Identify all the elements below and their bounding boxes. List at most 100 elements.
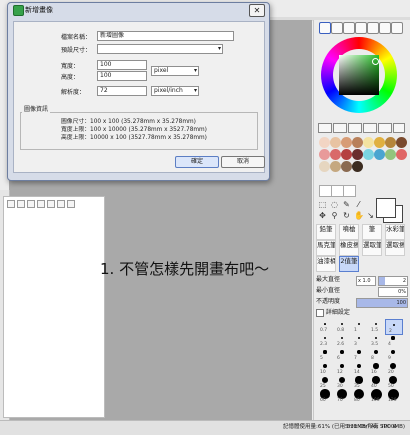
brush-tool-button[interactable]: 選取擦 (385, 240, 405, 256)
close-button[interactable]: ✕ (249, 4, 265, 17)
brush-tool-button[interactable]: 筆 (362, 224, 382, 240)
layer-tool-icon[interactable] (37, 200, 45, 208)
brush-size-cell[interactable]: 120 (385, 388, 401, 403)
brush-tool-button[interactable]: 馬克筆 (316, 240, 336, 256)
advanced-checkbox[interactable] (316, 308, 324, 317)
brush-size-cell[interactable]: 12 (334, 361, 350, 375)
color-swatch[interactable] (341, 149, 352, 160)
brush-size-cell[interactable]: 80 (351, 388, 367, 403)
brush-size-cell[interactable]: 25 (317, 375, 333, 389)
wand-tool-icon[interactable]: ✎ (342, 200, 351, 209)
max-size-mult-field[interactable]: x 1.0 (356, 276, 376, 286)
color-swatch[interactable] (396, 137, 407, 148)
brush-size-cell[interactable]: 16 (368, 361, 384, 375)
color-swatch[interactable] (341, 137, 352, 148)
brush-size-cell[interactable]: 0.8 (334, 319, 350, 333)
brush-size-cell[interactable]: 8 (368, 347, 384, 361)
min-size-slider[interactable]: 0% (378, 287, 408, 297)
color-swatch[interactable] (319, 149, 330, 160)
resolution-input[interactable]: 72 (97, 86, 147, 96)
color-swatch[interactable] (396, 149, 407, 160)
color-swatch[interactable] (363, 137, 374, 148)
color-swatch[interactable] (385, 149, 396, 160)
brush-size-cell[interactable]: 30 (334, 375, 350, 389)
rgb-slider-icon[interactable] (331, 22, 343, 34)
color-swatch[interactable] (352, 137, 363, 148)
slider-toggle-icon[interactable] (363, 123, 377, 133)
brush-tool-button[interactable]: 2值筆 (339, 256, 359, 272)
color-swatch[interactable] (341, 161, 352, 172)
brush-size-cell[interactable]: 70 (334, 389, 350, 403)
name-input[interactable]: 新增圖像 (97, 31, 234, 41)
color-swatch[interactable] (319, 161, 330, 172)
brush-size-cell[interactable]: 50 (385, 375, 401, 389)
brush-size-cell[interactable]: 35 (351, 375, 367, 389)
brush-size-cell[interactable]: 20 (385, 361, 401, 375)
slider-toggle-icon[interactable] (393, 123, 405, 133)
brush-size-cell[interactable]: 1 (351, 319, 367, 333)
slider-toggle-icon[interactable] (318, 123, 332, 133)
color-swatch[interactable] (352, 161, 363, 172)
brush-size-cell[interactable]: 10 (317, 361, 333, 375)
density-slider[interactable]: 100 (356, 298, 408, 308)
color-swatch[interactable] (330, 161, 341, 172)
color-swatch[interactable] (385, 137, 396, 148)
layer-panel[interactable] (3, 196, 105, 418)
select-tool-icon[interactable]: ⬚ (318, 200, 327, 209)
foreground-color[interactable] (376, 198, 396, 218)
hand-tool-icon[interactable]: ✋ (354, 211, 364, 220)
slider-toggle-icon[interactable] (348, 123, 362, 133)
layer-tool-icon[interactable] (47, 200, 55, 208)
move-tool-icon[interactable]: ✥ (318, 211, 327, 220)
slider-toggle-icon[interactable] (378, 123, 392, 133)
brush-size-cell[interactable]: 100 (368, 388, 384, 403)
brush-size-cell[interactable]: 7 (351, 347, 367, 361)
brush-tool-button[interactable]: 鉛筆 (316, 224, 336, 240)
brush-tool-button[interactable]: 油漆桶 (316, 256, 336, 272)
dropper-tool-icon[interactable]: ⁄ (354, 200, 363, 209)
width-input[interactable]: 100 (97, 60, 147, 70)
brush-size-cell[interactable]: 4 (385, 333, 401, 347)
mix-color-icon[interactable] (355, 22, 367, 34)
size-unit-select[interactable]: pixel ▾ (151, 66, 199, 76)
scratch-icon[interactable] (391, 22, 403, 34)
resolution-unit-select[interactable]: pixel/inch ▾ (151, 86, 199, 96)
color-swatch[interactable] (374, 149, 385, 160)
brush-size-cell[interactable]: 6 (334, 347, 350, 361)
color-cursor[interactable] (372, 58, 379, 65)
color-wheel-icon[interactable] (319, 22, 331, 34)
palette-icon[interactable] (379, 22, 391, 34)
swatch-icon[interactable] (367, 22, 379, 34)
brush-size-cell[interactable]: 3.5 (368, 333, 384, 347)
min-size-row[interactable]: 最小直徑 0% (316, 286, 408, 297)
brush-size-cell[interactable]: 2.3 (317, 333, 333, 347)
rotate-tool-icon[interactable]: ↻ (342, 211, 351, 220)
color-swatch[interactable] (330, 137, 341, 148)
brush-size-cell[interactable]: 5 (317, 347, 333, 361)
brush-size-cell[interactable]: 3 (351, 333, 367, 347)
color-swatch[interactable] (319, 137, 330, 148)
layer-tool-icon[interactable] (27, 200, 35, 208)
brush-size-cell[interactable]: 60 (317, 389, 333, 403)
preset-select[interactable]: ▾ (97, 44, 223, 54)
brush-size-cell[interactable]: 9 (385, 347, 401, 361)
color-swatch[interactable] (352, 149, 363, 160)
max-size-row[interactable]: 最大直徑 x 1.0 2 (316, 275, 408, 286)
brush-size-cell[interactable]: 1.5 (368, 319, 384, 333)
line-tool-icon[interactable]: ↘ (366, 211, 375, 220)
slider-toggle-icon[interactable] (333, 123, 347, 133)
brush-tool-button[interactable]: 噴槍 (339, 224, 359, 240)
color-swatch[interactable] (374, 137, 385, 148)
cancel-button[interactable]: 取消 (221, 156, 265, 168)
brush-size-cell[interactable]: 40 (368, 375, 384, 389)
brush-size-cell[interactable]: 0.7 (317, 319, 333, 333)
layer-tool-icon[interactable] (57, 200, 65, 208)
brush-tool-button[interactable]: 選取筆 (362, 240, 382, 256)
advanced-row[interactable]: 詳細設定 (316, 308, 408, 318)
density-row[interactable]: 不透明度 100 (316, 297, 408, 308)
brush-tool-button[interactable]: 橡皮擦 (339, 240, 359, 256)
lasso-tool-icon[interactable]: ◌ (330, 200, 339, 209)
zoom-tool-icon[interactable]: ⚲ (330, 211, 339, 220)
hsv-slider-icon[interactable] (343, 22, 355, 34)
height-input[interactable]: 100 (97, 71, 147, 81)
